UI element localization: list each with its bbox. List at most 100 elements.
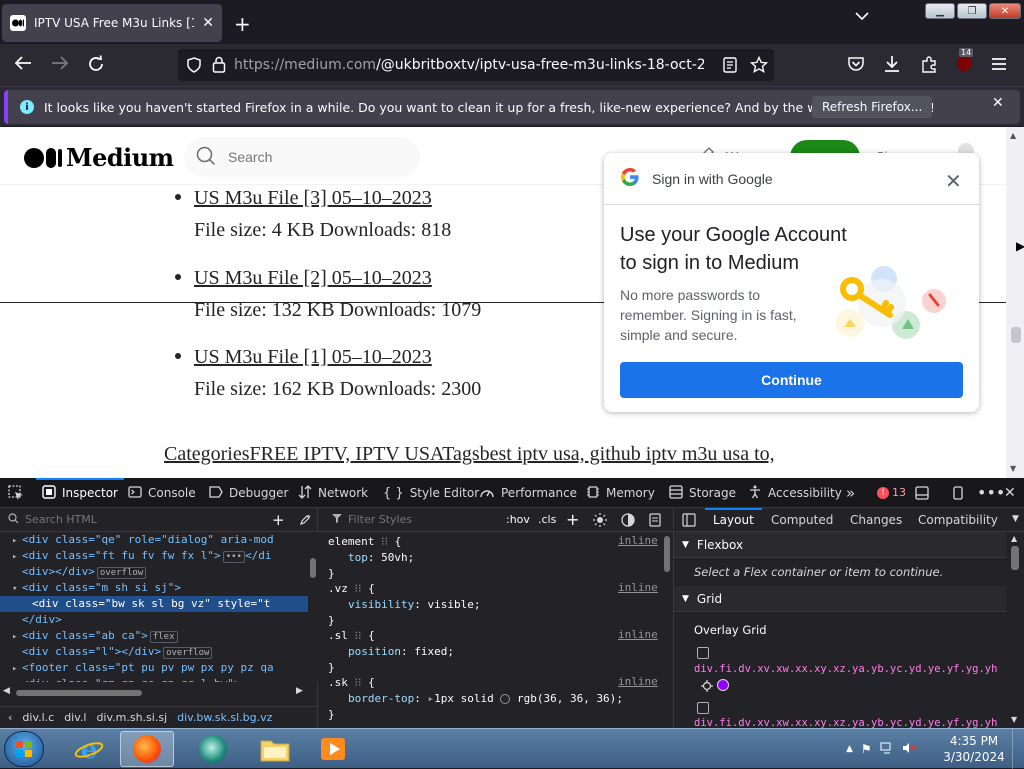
refresh-firefox-button[interactable]: Refresh Firefox... xyxy=(812,96,933,118)
show-desktop-button[interactable] xyxy=(1012,729,1024,769)
browser-tab-active[interactable]: IPTV USA Free M3u Links [18-O ✕ xyxy=(2,4,222,42)
show-hidden-icons-icon[interactable]: ▲ xyxy=(846,744,853,754)
light-scheme-sun-icon[interactable] xyxy=(593,513,607,527)
ublock-extension-icon[interactable]: 14 xyxy=(955,48,974,74)
markup-node-selected[interactable]: <div class="bw sk sl bg vz" style="t xyxy=(0,596,308,612)
tab-changes[interactable]: Changes xyxy=(850,508,902,532)
markup-node[interactable]: ▸ <div class="ft fu fv fw fx l"> ••• </di xyxy=(0,548,308,564)
popup-close-icon[interactable]: ✕ xyxy=(945,169,962,194)
grid-color-swatch[interactable] xyxy=(717,679,729,691)
eyedropper-icon[interactable] xyxy=(300,513,312,525)
collapsed-children-badge[interactable]: ••• xyxy=(222,551,245,563)
m3u-file-link[interactable]: US M3u File [1] 05–10–2023 xyxy=(194,346,432,368)
hov-toggle[interactable]: :hov xyxy=(506,513,530,526)
search-html-input[interactable] xyxy=(25,513,265,526)
rules-scrollbar[interactable] xyxy=(660,532,674,728)
markup-badge[interactable]: overflow xyxy=(163,647,213,659)
search-html-box[interactable]: + xyxy=(0,508,318,532)
highlight-grid-target-icon[interactable] xyxy=(701,680,713,695)
tab-storage[interactable]: Storage xyxy=(669,478,736,508)
rule-source-link[interactable]: inline xyxy=(618,534,658,547)
window-minimize-button[interactable]: ▁ xyxy=(925,3,955,19)
network-icon[interactable] xyxy=(880,742,894,757)
add-rule-icon[interactable]: + xyxy=(566,510,579,529)
notification-close-icon[interactable]: ✕ xyxy=(992,95,1004,111)
new-tab-icon[interactable]: + xyxy=(234,12,251,36)
page-scrollbar[interactable]: ▲ ▼ xyxy=(1006,127,1024,478)
markup-scrollbar[interactable] xyxy=(308,532,318,682)
volume-muted-icon[interactable] xyxy=(902,742,916,757)
m3u-file-link[interactable]: US M3u File [3] 05–10–2023 xyxy=(194,187,432,209)
responsive-design-icon[interactable] xyxy=(951,486,965,500)
breadcrumb-item-selected[interactable]: div.bw.sk.sl.bg.vz xyxy=(177,711,272,724)
back-arrow-icon[interactable] xyxy=(14,55,32,71)
markup-badge[interactable]: flex xyxy=(149,631,178,643)
color-swatch-icon[interactable] xyxy=(500,694,511,704)
sidebar-scrollbar[interactable]: ▲ ▼ xyxy=(1006,532,1024,728)
continue-button[interactable]: Continue xyxy=(620,362,963,398)
tab-compatibility[interactable]: Compatibility xyxy=(918,508,998,532)
markup-node[interactable]: ▸ <footer class="pt pu pv pw px py pz qa xyxy=(0,660,308,676)
expand-arrow-icon[interactable]: ▸ xyxy=(12,661,22,677)
tab-debugger[interactable]: Debugger xyxy=(209,478,288,508)
medium-logo[interactable]: Medium xyxy=(24,143,174,172)
markup-node[interactable]: ▸ <div class="qe" role="dialog" aria-mod xyxy=(0,532,308,548)
file-explorer-taskbar-icon[interactable] xyxy=(248,731,302,767)
breadcrumb-item[interactable]: div.l xyxy=(64,711,86,724)
breadcrumb-item[interactable]: div.m.sh.si.sj xyxy=(96,711,167,724)
markup-node[interactable]: </div> xyxy=(0,612,308,628)
print-simulation-icon[interactable] xyxy=(649,513,661,527)
expand-arrow-icon[interactable]: ▸ xyxy=(12,549,22,565)
page-scrollbar-thumb[interactable] xyxy=(1011,327,1021,343)
error-count-badge[interactable]: ! 13 xyxy=(877,486,906,499)
expand-arrow-icon[interactable]: ▸ xyxy=(12,629,22,645)
more-tabs-chevron-icon[interactable]: » xyxy=(846,484,855,502)
markup-node[interactable]: ▸ <div class="ab ca"> flex xyxy=(0,628,308,644)
expand-arrow-icon[interactable]: ▾ xyxy=(12,581,22,597)
url-text[interactable]: https://medium.com/@ukbritboxtv/iptv-usa… xyxy=(234,57,704,73)
toggle-pane-icon[interactable] xyxy=(682,513,696,527)
window-close-button[interactable]: ✕ xyxy=(989,3,1021,19)
close-devtools-icon[interactable]: ✕ xyxy=(1004,485,1016,501)
expand-arrow-icon[interactable]: ▸ xyxy=(12,677,22,682)
url-bar[interactable]: https://medium.com/@ukbritboxtv/iptv-usa… xyxy=(178,49,774,81)
forward-arrow-icon[interactable] xyxy=(51,55,69,71)
tab-accessibility[interactable]: Accessibility xyxy=(748,478,842,508)
dark-scheme-icon[interactable] xyxy=(621,513,635,527)
flexbox-section-header[interactable]: ▼ Flexbox xyxy=(674,532,1006,558)
list-all-tabs-chevron-icon[interactable] xyxy=(855,12,869,20)
medium-search-box[interactable] xyxy=(184,137,420,177)
media-app-taskbar-icon[interactable] xyxy=(186,731,240,767)
tab-style-editor[interactable]: { } Style Editor xyxy=(383,478,479,508)
split-console-icon[interactable] xyxy=(915,486,929,500)
hamburger-menu-icon[interactable] xyxy=(991,57,1007,71)
tab-performance[interactable]: Performance xyxy=(479,478,577,508)
media-player-taskbar-icon[interactable] xyxy=(306,731,360,767)
reader-view-icon[interactable] xyxy=(723,57,737,73)
rule-declaration[interactable]: position: fixed; xyxy=(348,644,454,660)
markup-badge[interactable]: overflow xyxy=(96,567,147,579)
tab-layout[interactable]: Layout xyxy=(705,508,762,532)
grid-container-name[interactable]: div.fi.dv.xv.xw.xx.xy.xz.ya.yb.yc.yd.ye.… xyxy=(694,663,997,675)
markup-node[interactable]: <div></div> overflow xyxy=(0,564,308,580)
markup-node[interactable]: ▾ <div class="m sh si sj"> xyxy=(0,580,308,596)
grid-section-header[interactable]: ▼ Grid xyxy=(674,586,1006,612)
breadcrumb-left-arrow-icon[interactable]: ‹ xyxy=(8,711,12,724)
more-tabs-dropdown-icon[interactable]: ▼ xyxy=(1012,514,1019,524)
tab-console[interactable]: Console xyxy=(128,478,196,508)
tab-computed[interactable]: Computed xyxy=(771,508,833,532)
grid-overlay-checkbox[interactable] xyxy=(697,702,709,714)
window-restore-button[interactable]: ❐ xyxy=(957,3,987,19)
start-button[interactable] xyxy=(4,731,44,767)
extensions-puzzle-icon[interactable] xyxy=(920,55,938,73)
more-options-icon[interactable]: ••• xyxy=(977,483,1005,502)
element-picker-icon[interactable] xyxy=(8,485,24,501)
breadcrumb-item[interactable]: div.l.c xyxy=(22,711,54,724)
downloads-icon[interactable] xyxy=(883,55,901,73)
rule-source-link[interactable]: inline xyxy=(618,628,658,641)
firefox-taskbar-icon[interactable] xyxy=(120,731,174,767)
cls-toggle[interactable]: .cls xyxy=(538,513,556,526)
rule-source-link[interactable]: inline xyxy=(618,581,658,594)
markup-horizontal-scrollbar[interactable]: ◀ ▶ xyxy=(0,686,308,700)
expand-arrow-icon[interactable]: ▸ xyxy=(12,533,22,549)
